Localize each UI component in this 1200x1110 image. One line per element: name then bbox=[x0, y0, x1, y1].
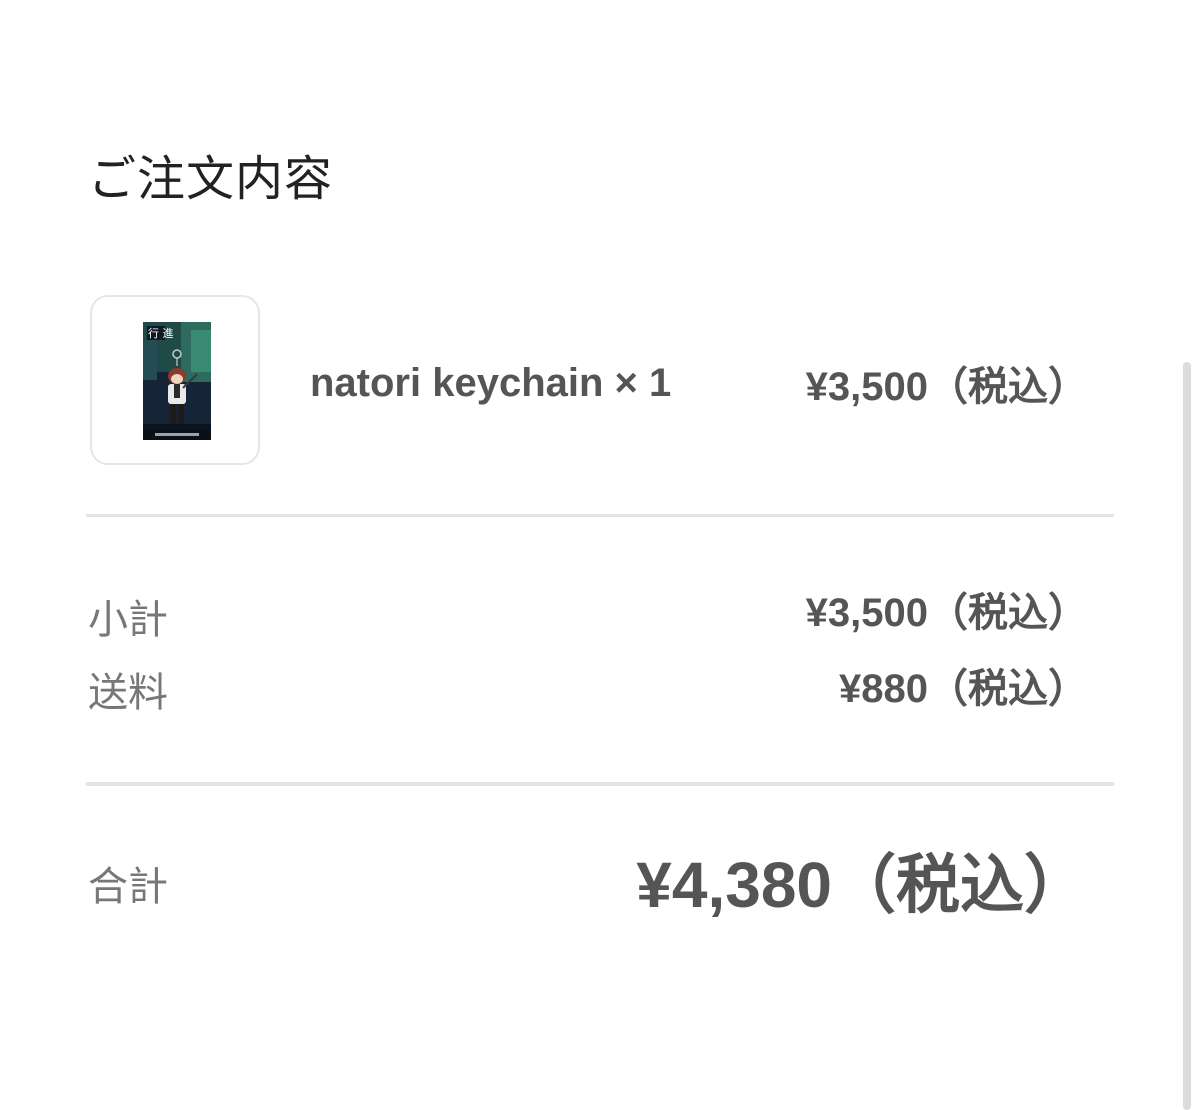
total-label: 合計 bbox=[88, 865, 168, 909]
divider bbox=[86, 514, 1114, 517]
subtotal-label: 小計 bbox=[88, 598, 168, 642]
order-title: ご注文内容 bbox=[88, 153, 334, 206]
divider bbox=[86, 782, 1114, 786]
shipping-label: 送料 bbox=[88, 671, 168, 715]
total-value: ¥4,380（税込） bbox=[636, 849, 1088, 921]
order-summary-page: ご注文内容 行 進 natori keychain × 1 ¥3,500（税込）… bbox=[0, 0, 1200, 1110]
scrollbar[interactable] bbox=[1183, 362, 1191, 1110]
subtotal-value: ¥3,500（税込） bbox=[805, 591, 1088, 635]
thumbnail-title: 行 進 bbox=[148, 327, 174, 340]
item-name: natori keychain × 1 bbox=[310, 361, 672, 405]
item-price: ¥3,500（税込） bbox=[805, 365, 1088, 409]
shipping-value: ¥880（税込） bbox=[839, 667, 1088, 711]
keychain-product-image: 行 進 bbox=[143, 322, 211, 440]
product-thumbnail[interactable]: 行 進 bbox=[90, 295, 260, 465]
